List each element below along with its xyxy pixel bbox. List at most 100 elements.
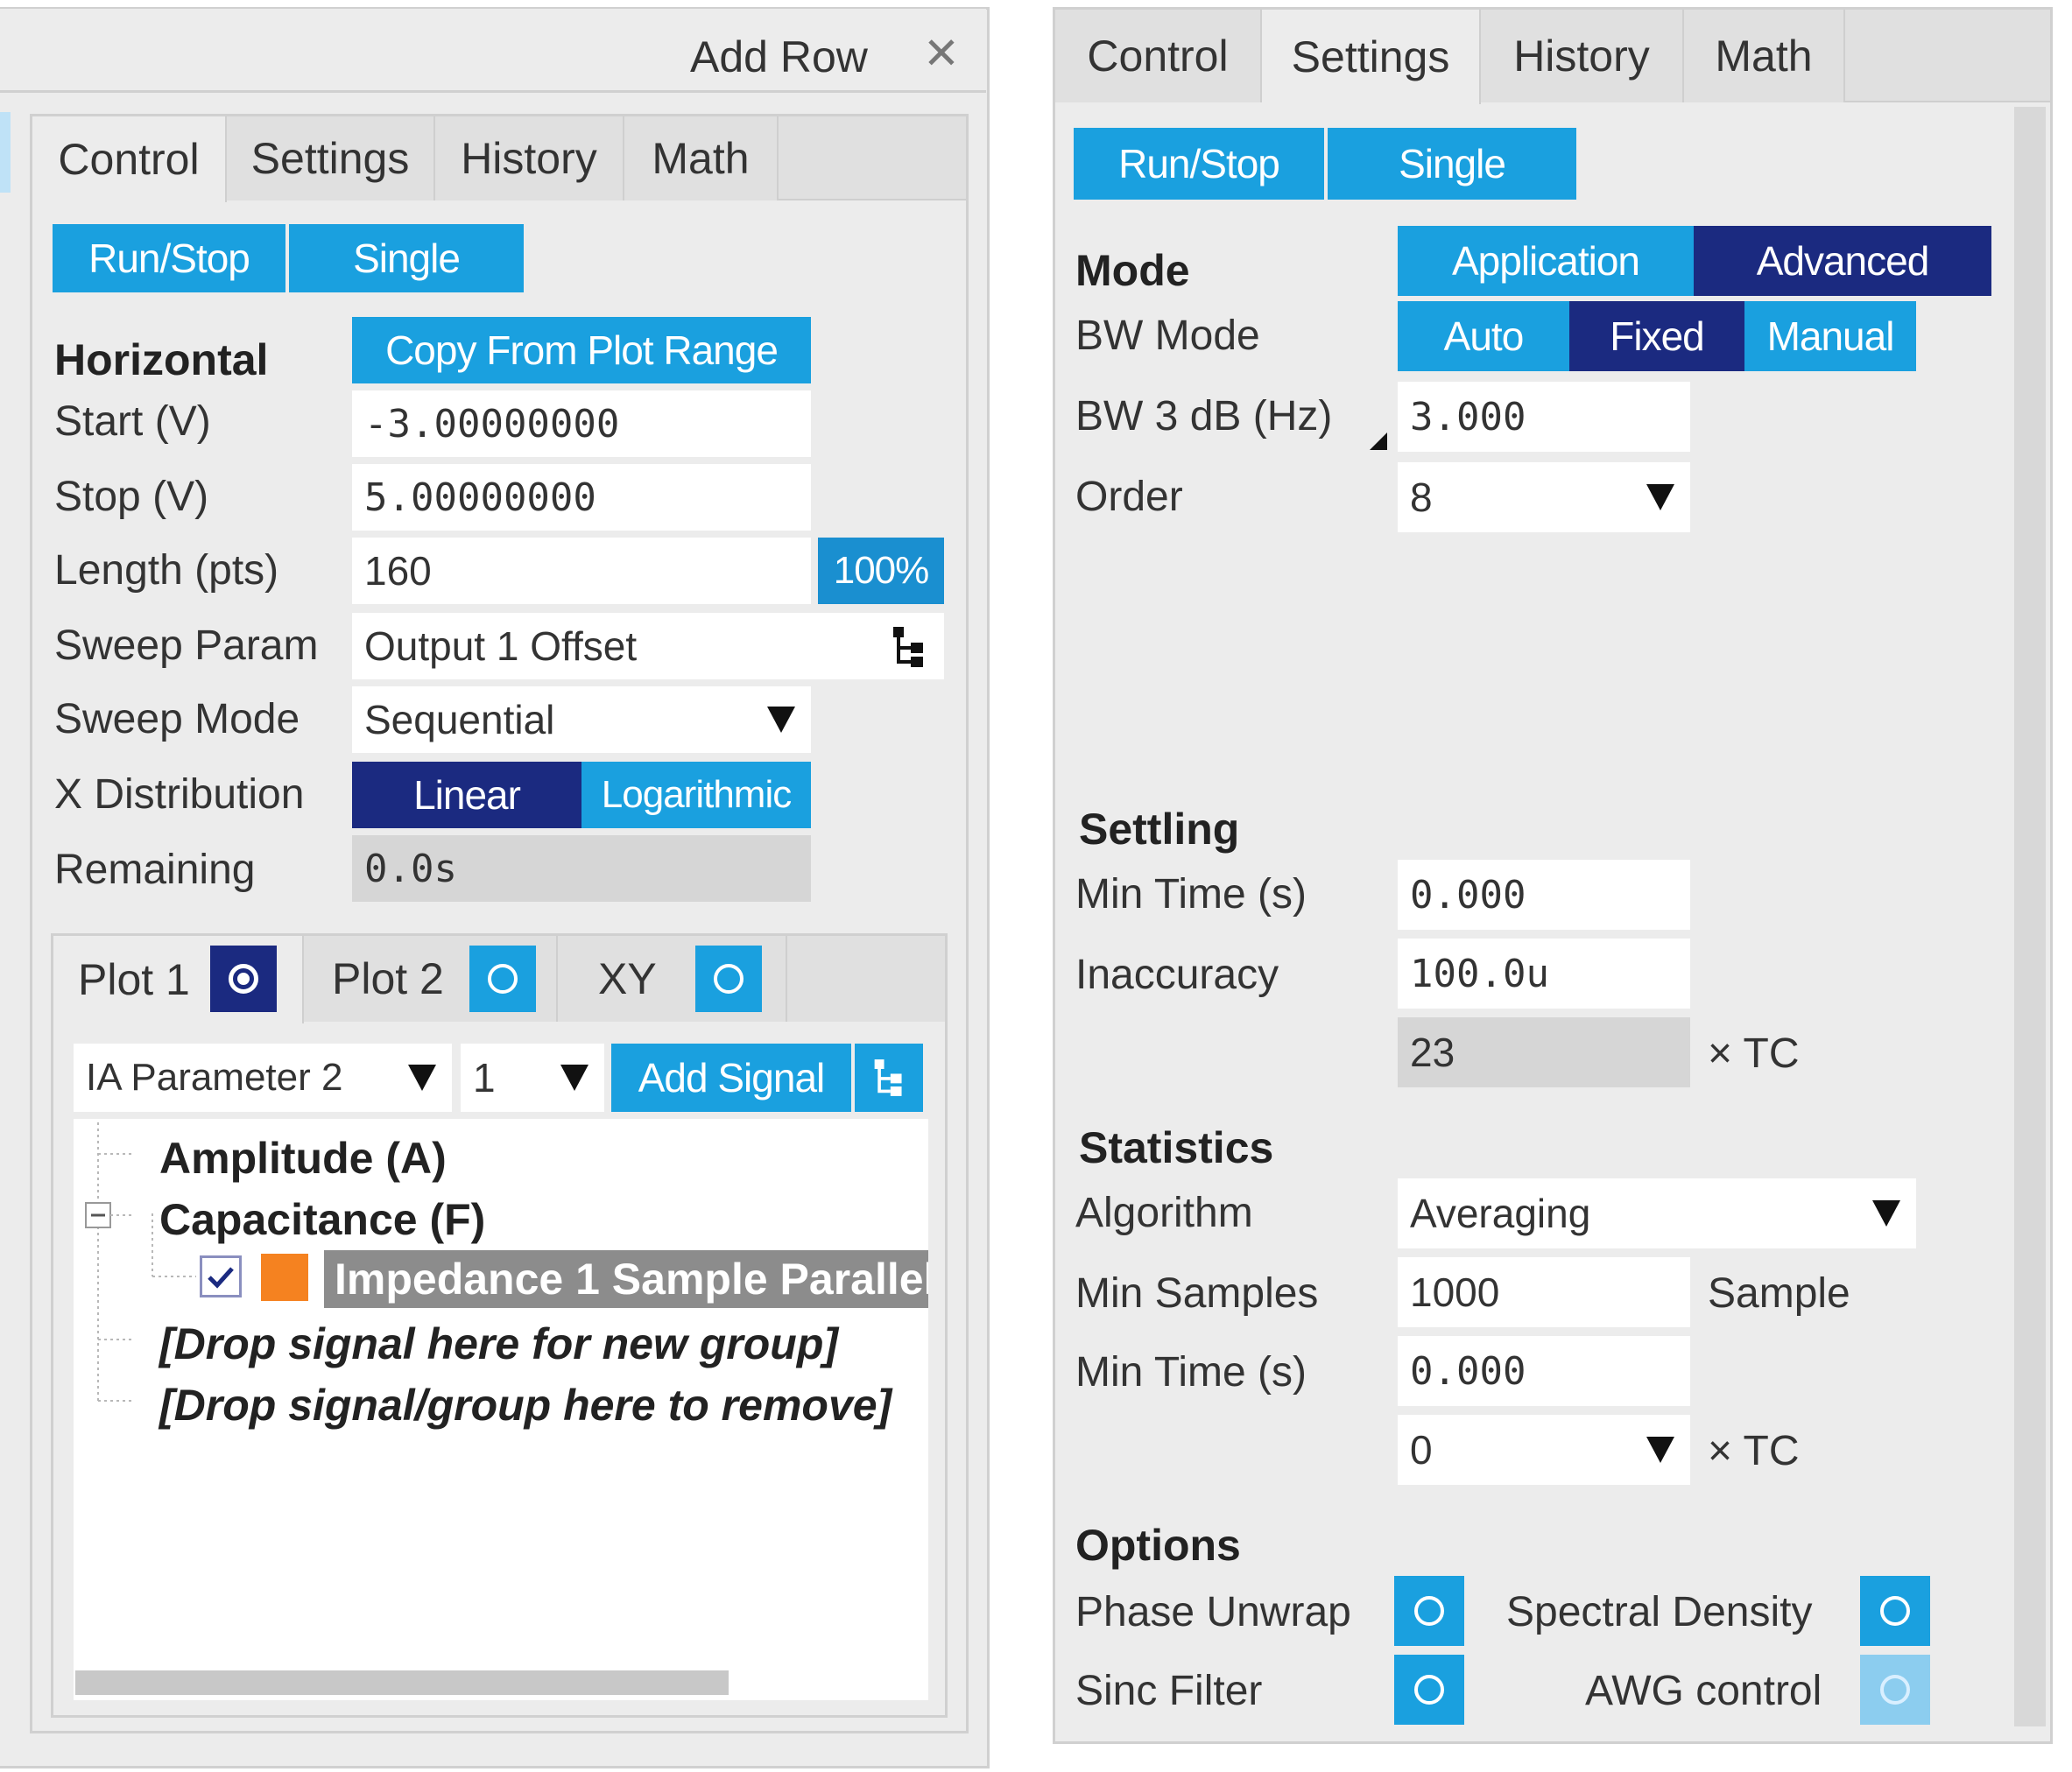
add-signal-tree-button[interactable] — [855, 1044, 923, 1112]
drop-remove-target[interactable]: [Drop signal/group here to remove] — [159, 1383, 892, 1427]
drop-new-group-target[interactable]: [Drop signal here for new group] — [159, 1322, 838, 1366]
tree-group-capacitance[interactable]: Capacitance (F) — [159, 1198, 485, 1241]
stat-min-time-input[interactable]: 0.000 — [1398, 1336, 1690, 1406]
remaining-label: Remaining — [54, 847, 256, 893]
linear-button[interactable]: Linear — [352, 762, 581, 828]
sweep-param-input[interactable]: Output 1 Offset — [352, 613, 944, 679]
tab-control[interactable]: Control — [1055, 10, 1262, 102]
spectral-density-label: Spectral Density — [1506, 1589, 1813, 1635]
phase-unwrap-label: Phase Unwrap — [1075, 1589, 1351, 1635]
tree-horizontal-scrollbar[interactable] — [75, 1670, 729, 1695]
single-button[interactable]: Single — [289, 224, 524, 292]
bw-3db-input[interactable]: 3.000 — [1398, 382, 1690, 452]
bw-3db-label: BW 3 dB (Hz) — [1075, 393, 1333, 439]
bw-fixed-button[interactable]: Fixed — [1569, 301, 1744, 371]
stop-label: Stop (V) — [54, 474, 209, 520]
start-input[interactable]: -3.00000000 — [352, 390, 811, 457]
settling-tc-unit: × TC — [1708, 1030, 1800, 1077]
settling-heading: Settling — [1079, 805, 1240, 854]
close-icon[interactable]: ✕ — [923, 32, 960, 75]
tab-plot-1-label: Plot 1 — [78, 955, 190, 1004]
order-value: 8 — [1410, 475, 1433, 520]
right-vertical-scrollbar[interactable] — [2014, 107, 2046, 1726]
tab-history[interactable]: History — [1481, 10, 1684, 102]
add-row-button[interactable]: Add Row — [690, 35, 868, 79]
algorithm-select[interactable]: Averaging — [1398, 1178, 1916, 1248]
sinc-filter-toggle[interactable] — [1394, 1655, 1464, 1725]
min-time-input[interactable]: 0.000 — [1398, 860, 1690, 930]
tab-math[interactable]: Math — [624, 116, 779, 200]
stat-tc-unit: × TC — [1708, 1428, 1800, 1474]
logarithmic-button[interactable]: Logarithmic — [581, 762, 811, 828]
min-time-label: Min Time (s) — [1075, 871, 1307, 918]
chevron-down-icon — [560, 1065, 588, 1091]
sweep-mode-select[interactable]: Sequential — [352, 686, 811, 753]
tab-settings[interactable]: Settings — [1262, 10, 1481, 104]
channel-select[interactable]: 1 — [461, 1044, 604, 1112]
add-signal-button[interactable]: Add Signal — [611, 1044, 851, 1112]
tab-control[interactable]: Control — [32, 116, 227, 202]
statistics-heading: Statistics — [1079, 1123, 1274, 1172]
application-button[interactable]: Application — [1398, 226, 1694, 296]
stat-min-time-label: Min Time (s) — [1075, 1349, 1307, 1396]
left-edge-accent — [0, 112, 11, 193]
advanced-button[interactable]: Advanced — [1694, 226, 1991, 296]
tab-history[interactable]: History — [435, 116, 624, 200]
stat-tc-select[interactable]: 0 — [1398, 1415, 1690, 1485]
channel-select-value: 1 — [473, 1055, 496, 1100]
bw-auto-button[interactable]: Auto — [1398, 301, 1569, 371]
signal-checkbox[interactable] — [200, 1255, 242, 1297]
phase-unwrap-toggle[interactable] — [1394, 1576, 1464, 1646]
bw-mode-label: BW Mode — [1075, 313, 1260, 359]
signal-select[interactable]: IA Parameter 2 — [74, 1044, 452, 1112]
length-label: Length (pts) — [54, 547, 279, 594]
chevron-down-icon — [1646, 1437, 1674, 1463]
x-distribution-label: X Distribution — [54, 771, 305, 818]
chevron-down-icon — [1872, 1200, 1900, 1227]
run-stop-button[interactable]: Run/Stop — [53, 224, 285, 292]
settling-tc-value: 23 — [1398, 1017, 1690, 1087]
tab-settings[interactable]: Settings — [227, 116, 435, 200]
signal-impedance-label: Impedance 1 Sample Parallel — [335, 1255, 928, 1304]
algorithm-label: Algorithm — [1075, 1190, 1253, 1236]
sample-unit: Sample — [1708, 1270, 1850, 1317]
awg-control-toggle — [1860, 1655, 1930, 1725]
inaccuracy-input[interactable]: 100.0u — [1398, 939, 1690, 1009]
spectral-density-toggle[interactable] — [1860, 1576, 1930, 1646]
horizontal-heading: Horizontal — [54, 335, 269, 384]
signal-impedance-row[interactable]: Impedance 1 Sample Parallel — [324, 1250, 928, 1308]
length-input[interactable]: 160 — [352, 538, 811, 604]
inaccuracy-label: Inaccuracy — [1075, 952, 1279, 998]
min-samples-input[interactable]: 1000 — [1398, 1257, 1690, 1327]
plot-2-radio[interactable] — [469, 946, 536, 1012]
sweep-param-value: Output 1 Offset — [364, 623, 638, 669]
order-label: Order — [1075, 474, 1183, 520]
bw-3db-corner-icon — [1370, 432, 1387, 450]
run-stop-button[interactable]: Run/Stop — [1074, 128, 1324, 200]
chevron-down-icon — [1646, 484, 1674, 510]
order-select[interactable]: 8 — [1398, 462, 1690, 532]
sweep-mode-value: Sequential — [364, 697, 555, 742]
tab-math[interactable]: Math — [1684, 10, 1845, 102]
signal-select-value: IA Parameter 2 — [86, 1056, 343, 1099]
bw-manual-button[interactable]: Manual — [1744, 301, 1916, 371]
stop-input[interactable]: 5.00000000 — [352, 464, 811, 531]
chevron-down-icon — [767, 707, 795, 733]
sweep-param-label: Sweep Param — [54, 622, 319, 669]
single-button[interactable]: Single — [1328, 128, 1576, 200]
tree-group-amplitude[interactable]: Amplitude (A) — [159, 1136, 447, 1180]
sinc-filter-label: Sinc Filter — [1075, 1668, 1263, 1714]
check-icon — [208, 1267, 234, 1289]
xy-radio[interactable] — [695, 946, 762, 1012]
options-heading: Options — [1075, 1521, 1241, 1570]
chevron-down-icon — [408, 1065, 436, 1091]
copy-from-plot-range-button[interactable]: Copy From Plot Range — [352, 317, 811, 383]
length-100pct-button[interactable]: 100% — [818, 538, 944, 604]
signal-tree: Amplitude (A) Capacitance (F) Impedance … — [74, 1119, 928, 1700]
tree-select-icon[interactable] — [890, 623, 928, 671]
plot-1-radio[interactable] — [210, 946, 277, 1012]
awg-control-label: AWG control — [1585, 1668, 1822, 1714]
signal-color-swatch[interactable] — [261, 1254, 308, 1301]
sweep-mode-label: Sweep Mode — [54, 696, 300, 742]
start-label: Start (V) — [54, 398, 211, 445]
